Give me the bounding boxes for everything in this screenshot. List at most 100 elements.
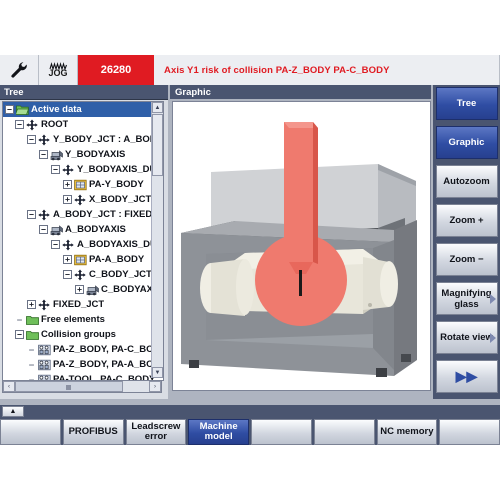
folder-icon <box>26 330 39 340</box>
softkey-graphic[interactable]: Graphic <box>435 126 498 159</box>
softkey-magnifying-glass[interactable]: Magnifying glass <box>435 282 498 315</box>
expand-icon[interactable]: + <box>27 300 36 309</box>
softkey-zoom-in[interactable]: Zoom + <box>435 204 498 237</box>
collapse-icon[interactable]: − <box>15 120 24 129</box>
alarm-message: Axis Y1 risk of collision PA-Z_BODY PA-C… <box>154 55 500 85</box>
tree-vertical-scrollbar[interactable]: ▲ ▼ <box>151 102 163 378</box>
collapse-icon[interactable]: − <box>5 105 14 114</box>
expand-icon[interactable]: + <box>75 285 84 294</box>
tree-item-label: Collision groups <box>41 329 116 340</box>
tree-item[interactable]: + PA-A_BODY <box>3 252 163 267</box>
collision-pair-icon <box>38 344 51 355</box>
tree-panel-title: Tree <box>0 85 168 100</box>
hkey-5[interactable] <box>251 419 312 445</box>
tree-horizontal-scrollbar[interactable]: ‹ › <box>2 380 162 393</box>
tree-item[interactable]: + PA-Y_BODY <box>3 177 163 192</box>
move-cross-icon <box>38 209 50 220</box>
tree-item[interactable]: + FIXED_JCT <box>3 297 163 312</box>
axis-icon <box>50 149 63 160</box>
tree-item-icon-wrap <box>26 119 39 131</box>
scroll-up-button[interactable]: ▲ <box>152 102 163 113</box>
hkey-8[interactable] <box>439 419 500 445</box>
collapse-icon[interactable]: − <box>39 225 48 234</box>
move-cross-icon <box>62 239 74 250</box>
expand-icon[interactable]: + <box>63 255 72 264</box>
tree-item[interactable]: − Y_BODYAXIS <box>3 147 163 162</box>
softkey-label: Magnifying glass <box>441 287 492 310</box>
move-cross-icon <box>74 194 86 205</box>
cnc-hmi-window: JOG 26280 Axis Y1 risk of collision PA-Z… <box>0 55 500 445</box>
expand-icon[interactable]: + <box>63 180 72 189</box>
softkey-tree[interactable]: Tree <box>435 87 498 120</box>
scroll-left-button[interactable]: ‹ <box>3 381 15 392</box>
hscroll-track[interactable] <box>15 381 149 392</box>
collapse-icon[interactable]: − <box>15 330 24 339</box>
tree-list[interactable]: − Active data − ROOT − Y_BODY_JCT : A_BODY_ − Y… <box>2 101 164 381</box>
folder-icon <box>26 315 39 325</box>
softkey-label: Zoom − <box>449 254 484 265</box>
tree-item[interactable]: − ROOT <box>3 117 163 132</box>
move-cross-icon <box>38 299 50 310</box>
tree-item-icon-wrap <box>74 269 87 281</box>
collapse-icon[interactable]: − <box>27 210 36 219</box>
tree-item[interactable]: + X_BODY_JCT <box>3 192 163 207</box>
machine-model-3d-view[interactable] <box>172 101 431 391</box>
collapse-icon[interactable]: − <box>63 270 72 279</box>
tree-item-icon-wrap <box>74 254 87 266</box>
tree-item-icon-wrap <box>62 164 75 176</box>
tree-item-label: C_BODYAX <box>101 284 153 295</box>
tree-item[interactable]: – PA-Z_BODY, PA-C_BOD' <box>3 342 163 357</box>
status-bar: JOG 26280 Axis Y1 risk of collision PA-Z… <box>0 55 500 86</box>
tree-item-label: C_BODY_JCT <box>89 269 152 280</box>
softkey-label: Rotate view <box>440 332 493 343</box>
collapse-icon[interactable]: − <box>39 150 48 159</box>
hkey-1[interactable] <box>0 419 61 445</box>
tree-item[interactable]: − C_BODY_JCT <box>3 267 163 282</box>
tree-item[interactable]: − Y_BODYAXIS_DUM <box>3 162 163 177</box>
softkey-label: Zoom + <box>449 215 484 226</box>
tree-item[interactable]: − A_BODYAXIS <box>3 222 163 237</box>
tree-item[interactable]: − Active data <box>3 102 163 117</box>
expand-icon[interactable]: + <box>63 195 72 204</box>
hkey-nc-memory[interactable]: NC memory <box>376 419 438 445</box>
softkey-label: PROFIBUS <box>68 426 118 437</box>
tree-item-label: PA-Z_BODY, PA-A_BOD' <box>53 359 163 370</box>
bottom-softkey-bar: ▲ PROFIBUS Leadscrew error Machine model NC… <box>0 405 500 445</box>
tree-item-label: A_BODYAXIS <box>65 224 126 235</box>
chevron-right-icon <box>489 293 496 304</box>
alarm-number[interactable]: 26280 <box>78 55 154 85</box>
hkey-6[interactable] <box>313 419 375 445</box>
tree-item[interactable]: − Y_BODY_JCT : A_BODY_ <box>3 132 163 147</box>
tree-item[interactable]: – PA-Z_BODY, PA-A_BOD' <box>3 357 163 372</box>
softkey-label: NC memory <box>380 426 434 437</box>
tree-item[interactable]: + C_BODYAX <box>3 282 163 297</box>
tree-item-icon-wrap <box>74 179 87 191</box>
tree-item[interactable]: − A_BODY_JCT : FIXED_JC <box>3 207 163 222</box>
hkey-machine-model[interactable]: Machine model <box>188 419 249 445</box>
recall-button[interactable]: ▲ <box>2 406 24 417</box>
softkey-forward[interactable]: ▶▶ <box>435 360 498 393</box>
softkey-zoom-out[interactable]: Zoom − <box>435 243 498 276</box>
collapse-icon[interactable]: − <box>51 240 60 249</box>
hscroll-thumb[interactable] <box>15 381 123 392</box>
scroll-down-button[interactable]: ▼ <box>152 367 163 378</box>
operating-mode-jog[interactable]: JOG <box>39 55 78 85</box>
softkey-autozoom[interactable]: Autozoom <box>435 165 498 198</box>
hkey-leadscrew-error[interactable]: Leadscrew error <box>125 419 187 445</box>
collapse-icon[interactable]: − <box>51 165 60 174</box>
collapse-icon[interactable]: − <box>27 135 36 144</box>
tree-item[interactable]: – Free elements <box>3 312 163 327</box>
tree-item-label: ROOT <box>41 119 69 130</box>
tree-item-label: PA-A_BODY <box>89 254 145 265</box>
scroll-right-button[interactable]: › <box>149 381 161 392</box>
scroll-thumb[interactable] <box>152 114 163 176</box>
tree-item-icon-wrap <box>38 344 51 356</box>
wrench-icon[interactable] <box>0 55 39 85</box>
tree-item[interactable]: − A_BODYAXIS_DUM <box>3 237 163 252</box>
softkey-label: Machine model <box>199 421 238 442</box>
hkey-profibus[interactable]: PROFIBUS <box>62 419 124 445</box>
tree-item[interactable]: − Collision groups <box>3 327 163 342</box>
tree-item-label: Free elements <box>41 314 105 325</box>
softkey-label: Leadscrew error <box>131 421 181 442</box>
softkey-rotate-view[interactable]: Rotate view <box>435 321 498 354</box>
